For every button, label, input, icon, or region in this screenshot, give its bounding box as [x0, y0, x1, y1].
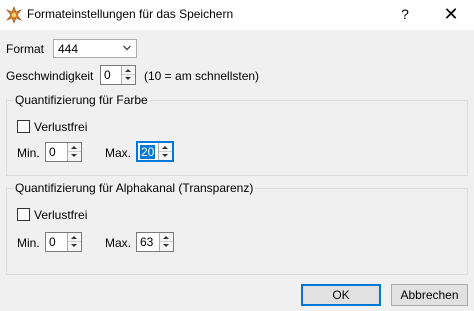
color-min-down-button[interactable]: [68, 152, 81, 161]
alpha-min-down-button[interactable]: [68, 242, 81, 251]
color-group-title: Quantifizierung für Farbe: [13, 93, 150, 107]
alpha-max-value: 63: [140, 235, 154, 249]
speed-stepper: [121, 66, 135, 84]
speed-up-button[interactable]: [122, 66, 135, 75]
arrow-up-icon: [162, 146, 168, 149]
color-max-up-button[interactable]: [159, 143, 172, 152]
color-quantization-group: [6, 100, 468, 176]
alpha-max-label: Max.: [105, 236, 132, 250]
alpha-min-value: 0: [49, 235, 56, 249]
speed-hint: (10 = am schnellsten): [144, 69, 260, 83]
arrow-down-icon: [71, 154, 77, 157]
speed-value: 0: [104, 68, 111, 82]
alpha-max-spinbox[interactable]: 63: [136, 232, 174, 252]
speed-down-button[interactable]: [122, 75, 135, 84]
ok-button[interactable]: OK: [301, 284, 381, 306]
alpha-lossless-label: Verlustfrei: [34, 208, 88, 222]
arrow-up-icon: [71, 236, 77, 239]
speed-label: Geschwindigkeit: [6, 69, 94, 83]
window-title: Formateinstellungen für das Speichern: [27, 7, 234, 21]
arrow-down-icon: [71, 244, 77, 247]
color-max-spinbox[interactable]: 20: [136, 141, 174, 162]
chevron-down-icon: [123, 45, 131, 51]
arrow-up-icon: [125, 69, 131, 72]
alpha-min-label: Min.: [17, 236, 40, 250]
color-min-stepper: [67, 143, 81, 161]
format-select[interactable]: 444: [53, 39, 137, 58]
color-min-spinbox[interactable]: 0: [45, 142, 82, 162]
alpha-min-up-button[interactable]: [68, 233, 81, 242]
color-max-value: 20: [140, 145, 156, 159]
alpha-min-spinbox[interactable]: 0: [45, 232, 82, 252]
format-value: 444: [58, 42, 79, 56]
alpha-lossless-checkbox[interactable]: [17, 208, 30, 221]
color-lossless-label: Verlustfrei: [34, 120, 88, 134]
arrow-up-icon: [71, 146, 77, 149]
help-button[interactable]: ?: [387, 0, 423, 30]
alpha-max-stepper: [159, 233, 173, 251]
color-max-stepper: [158, 143, 172, 160]
alpha-max-down-button[interactable]: [160, 242, 173, 251]
cancel-button[interactable]: Abbrechen: [391, 284, 468, 306]
color-max-label: Max.: [105, 146, 132, 160]
app-logo-icon: [6, 6, 22, 24]
color-min-label: Min.: [17, 146, 40, 160]
color-max-down-button[interactable]: [159, 152, 172, 161]
alpha-group-title: Quantifizierung für Alphakanal (Transpar…: [13, 181, 256, 195]
arrow-down-icon: [162, 154, 168, 157]
format-label: Format: [6, 42, 45, 56]
speed-spinbox[interactable]: 0: [100, 65, 136, 85]
color-lossless-checkbox[interactable]: [17, 120, 30, 133]
color-min-value: 0: [49, 145, 56, 159]
alpha-max-up-button[interactable]: [160, 233, 173, 242]
color-min-up-button[interactable]: [68, 143, 81, 152]
arrow-down-icon: [163, 244, 169, 247]
close-button[interactable]: ✕: [433, 0, 469, 30]
alpha-min-stepper: [67, 233, 81, 251]
title-bar: Formateinstellungen für das Speichern ? …: [0, 0, 474, 30]
arrow-down-icon: [125, 77, 131, 80]
arrow-up-icon: [163, 236, 169, 239]
